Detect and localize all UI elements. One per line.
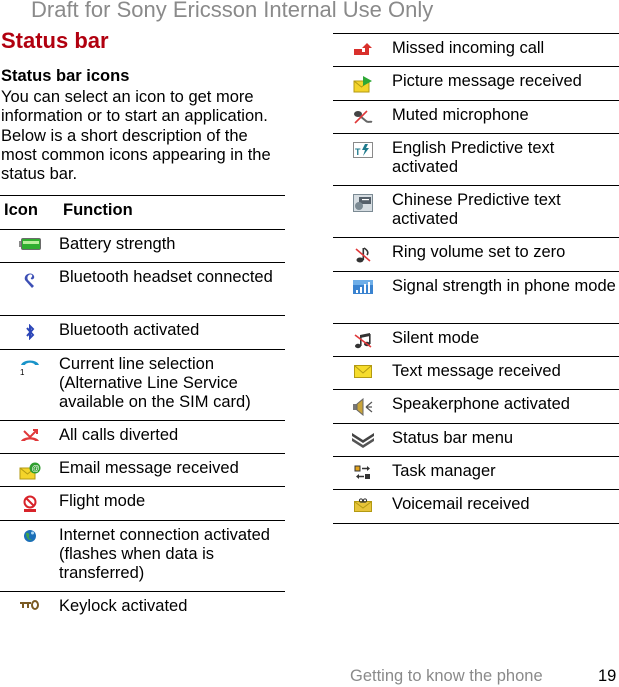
text-message-icon bbox=[333, 357, 392, 389]
table-row: Flight mode bbox=[0, 486, 285, 520]
table-row: @ Email message received bbox=[0, 453, 285, 486]
footer-section-title: Getting to know the phone bbox=[350, 667, 543, 685]
table-row: Chinese Predictive text activated bbox=[333, 185, 619, 237]
table-row: Muted microphone bbox=[333, 100, 619, 133]
bluetooth-icon bbox=[0, 316, 59, 349]
table-row: All calls diverted bbox=[0, 420, 285, 453]
section-subheading: Status bar icons bbox=[1, 67, 130, 85]
page-title: Status bar bbox=[1, 28, 109, 53]
row-label: Flight mode bbox=[59, 492, 146, 510]
internet-globe-icon bbox=[0, 521, 59, 591]
row-label: Muted microphone bbox=[392, 106, 529, 124]
status-bar-menu-icon bbox=[333, 424, 392, 456]
row-label: Email message received bbox=[59, 459, 239, 477]
table-row: Text message received bbox=[333, 356, 619, 389]
row-label: Ring volume set to zero bbox=[392, 243, 566, 261]
ring-volume-zero-icon bbox=[333, 238, 392, 271]
table-row: Missed incoming call bbox=[333, 33, 619, 66]
icon-table-left: Icon Function Battery strength Bluetooth… bbox=[0, 195, 285, 625]
table-header-row: Icon Function bbox=[0, 195, 285, 229]
table-row: Internet connection activated (flashes w… bbox=[0, 520, 285, 591]
speakerphone-icon bbox=[333, 390, 392, 423]
table-row: Ring volume set to zero bbox=[333, 237, 619, 271]
row-label: Current line selection (Alternative Line… bbox=[59, 355, 251, 411]
chinese-predictive-icon bbox=[333, 186, 392, 237]
line-selection-icon: 1 bbox=[0, 350, 59, 420]
table-row: T English Predictive text activated bbox=[333, 133, 619, 185]
calls-diverted-icon bbox=[0, 421, 59, 453]
battery-icon bbox=[0, 230, 59, 262]
table-row: 1 Current line selection (Alternative Li… bbox=[0, 349, 285, 420]
missed-call-icon bbox=[333, 34, 392, 66]
picture-message-icon bbox=[333, 67, 392, 100]
header-icon-column: Icon bbox=[4, 201, 38, 219]
row-label: Internet connection activated (flashes w… bbox=[59, 526, 270, 582]
page-number: 19 bbox=[598, 667, 617, 685]
row-label: Text message received bbox=[392, 362, 561, 380]
svg-text:@: @ bbox=[31, 464, 39, 473]
row-label: Bluetooth headset connected bbox=[59, 268, 273, 286]
draft-watermark: Draft for Sony Ericsson Internal Use Onl… bbox=[31, 0, 434, 22]
row-label: Signal strength in phone mode bbox=[392, 277, 616, 295]
table-row: Speakerphone activated bbox=[333, 389, 619, 423]
row-label: Task manager bbox=[392, 462, 496, 480]
english-predictive-icon: T bbox=[333, 134, 392, 185]
table-row: Voicemail received bbox=[333, 489, 619, 524]
table-row: Picture message received bbox=[333, 66, 619, 100]
row-label: Keylock activated bbox=[59, 597, 188, 615]
email-received-icon: @ bbox=[0, 454, 59, 486]
muted-microphone-icon bbox=[333, 101, 392, 133]
row-label: Missed incoming call bbox=[392, 39, 545, 57]
svg-text:1: 1 bbox=[20, 368, 25, 376]
header-function-column: Function bbox=[63, 201, 133, 219]
task-manager-icon bbox=[333, 457, 392, 489]
keylock-icon bbox=[0, 592, 59, 625]
row-label: Speakerphone activated bbox=[392, 395, 570, 413]
intro-paragraph: You can select an icon to get more infor… bbox=[1, 88, 271, 184]
table-row: Silent mode bbox=[333, 323, 619, 356]
voicemail-icon bbox=[333, 490, 392, 523]
row-label: Battery strength bbox=[59, 235, 176, 253]
icon-table-right: Missed incoming call Picture message rec… bbox=[333, 33, 619, 524]
svg-text:T: T bbox=[355, 147, 361, 157]
table-row: Battery strength bbox=[0, 229, 285, 262]
silent-mode-icon bbox=[333, 324, 392, 356]
row-label: English Predictive text activated bbox=[392, 139, 555, 176]
row-label: Voicemail received bbox=[392, 495, 530, 513]
row-label: Status bar menu bbox=[392, 429, 514, 447]
row-label: Picture message received bbox=[392, 72, 582, 90]
row-label: Chinese Predictive text activated bbox=[392, 191, 561, 228]
table-row: Keylock activated bbox=[0, 591, 285, 625]
flight-mode-icon bbox=[0, 487, 59, 520]
table-row: Signal strength in phone mode bbox=[333, 271, 619, 323]
table-row: Status bar menu bbox=[333, 423, 619, 456]
row-label: Bluetooth activated bbox=[59, 321, 200, 339]
row-label: All calls diverted bbox=[59, 426, 179, 444]
signal-strength-icon bbox=[333, 272, 392, 323]
bluetooth-headset-icon bbox=[0, 263, 59, 315]
row-label: Silent mode bbox=[392, 329, 480, 347]
table-row: Task manager bbox=[333, 456, 619, 489]
table-row: Bluetooth headset connected bbox=[0, 262, 285, 315]
table-row: Bluetooth activated bbox=[0, 315, 285, 349]
